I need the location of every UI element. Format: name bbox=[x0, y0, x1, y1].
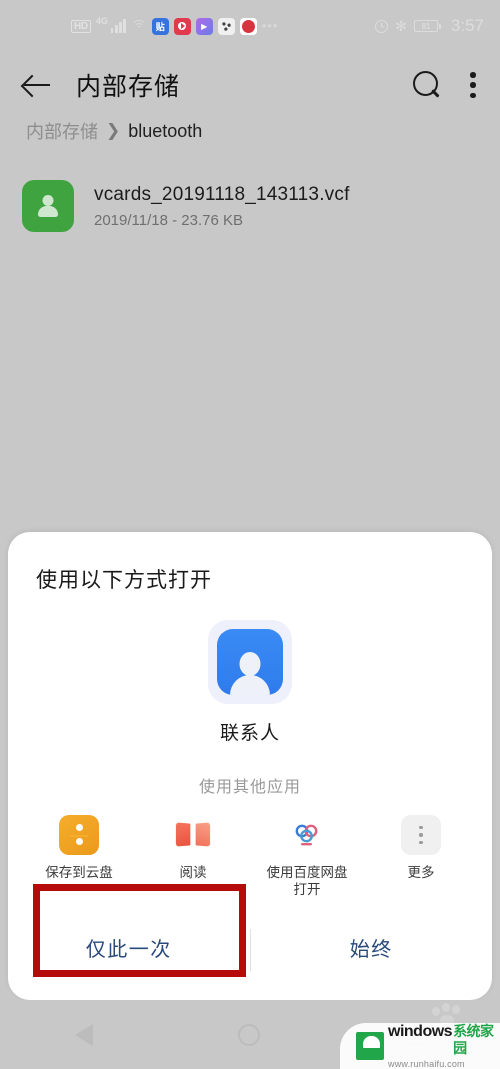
file-item-text: vcards_20191118_143113.vcf 2019/11/18 - … bbox=[94, 184, 350, 229]
watermark-brand-en: windows bbox=[388, 1023, 453, 1040]
cloud-save-icon bbox=[59, 815, 99, 855]
chevron-right-icon: ❯ bbox=[106, 121, 121, 140]
more-dots-icon: ••• bbox=[261, 18, 279, 33]
primary-app-label: 联系人 bbox=[219, 723, 280, 744]
sheet-title: 使用以下方式打开 bbox=[36, 569, 212, 592]
watermark-url: www.runhaifu.com bbox=[388, 1059, 465, 1069]
signal-bars-icon bbox=[110, 19, 126, 33]
search-icon[interactable] bbox=[412, 70, 442, 100]
other-apps-grid: 保存到云盘 阅读 使用百度网盘打开 更多 bbox=[8, 815, 492, 898]
contacts-app-icon bbox=[208, 620, 292, 704]
alarm-icon bbox=[375, 19, 389, 33]
game-app-icon bbox=[217, 17, 235, 35]
status-bar-clock: 3:57 bbox=[450, 16, 484, 35]
breadcrumb-root[interactable]: 内部存储 bbox=[26, 118, 98, 144]
app-label: 更多 bbox=[407, 865, 435, 880]
file-meta: 2019/11/18 - 23.76 KB bbox=[94, 211, 244, 229]
back-arrow-icon[interactable] bbox=[20, 68, 54, 102]
battery-cap bbox=[438, 23, 441, 29]
player-app-icon bbox=[195, 17, 213, 35]
status-bar-left-icons: HD 4G 贴 ••• bbox=[71, 16, 279, 35]
file-list: vcards_20191118_143113.vcf 2019/11/18 - … bbox=[0, 172, 500, 240]
always-button[interactable]: 始终 bbox=[251, 900, 493, 1000]
contact-file-icon bbox=[22, 180, 74, 232]
breadcrumb: 内部存储 ❯ bluetooth bbox=[26, 118, 202, 144]
app-label: 阅读 bbox=[179, 865, 207, 880]
tieba-app-icon: 贴 bbox=[151, 17, 169, 35]
breadcrumb-current[interactable]: bluetooth bbox=[128, 121, 202, 142]
app-cell-baidu-netdisk[interactable]: 使用百度网盘打开 bbox=[259, 815, 355, 898]
phone-screen: HD 4G 贴 ••• ✻ 81 3:57 内部存储 bbox=[0, 0, 500, 1069]
other-apps-title: 使用其他应用 bbox=[198, 779, 301, 796]
pdd-app-icon bbox=[239, 17, 257, 35]
baidu-netdisk-icon bbox=[287, 815, 327, 855]
status-bar-right-icons: ✻ 81 3:57 bbox=[375, 16, 484, 36]
open-with-bottom-sheet: 使用以下方式打开 联系人 使用其他应用 保存到云盘 阅读 使用百度网盘打开 更多… bbox=[8, 532, 492, 1000]
video-app-icon bbox=[173, 17, 191, 35]
status-bar: HD 4G 贴 ••• ✻ 81 3:57 bbox=[0, 0, 500, 52]
app-cell-cloud-save[interactable]: 保存到云盘 bbox=[31, 815, 127, 898]
watermark-brand-cn: 系统家园 bbox=[453, 1023, 494, 1056]
page-title: 内部存储 bbox=[76, 73, 181, 101]
file-name: vcards_20191118_143113.vcf bbox=[94, 183, 350, 205]
nav-back-icon[interactable] bbox=[73, 1023, 94, 1046]
app-label: 使用百度网盘打开 bbox=[266, 865, 348, 897]
nav-home-icon[interactable] bbox=[237, 1023, 260, 1046]
file-list-item[interactable]: vcards_20191118_143113.vcf 2019/11/18 - … bbox=[0, 172, 500, 240]
primary-app-contacts[interactable]: 联系人 bbox=[8, 620, 492, 745]
hd-badge-icon: HD bbox=[71, 19, 91, 33]
battery-level-label: 81 bbox=[413, 20, 438, 32]
bluetooth-icon: ✻ bbox=[395, 18, 407, 34]
app-cell-more[interactable]: 更多 bbox=[373, 815, 469, 898]
wifi-icon bbox=[130, 19, 147, 33]
app-cell-reader[interactable]: 阅读 bbox=[145, 815, 241, 898]
network-type-label: 4G bbox=[95, 16, 108, 26]
app-bar-actions bbox=[412, 70, 480, 100]
watermark-logo-icon bbox=[356, 1032, 384, 1060]
sheet-action-bar: 仅此一次 始终 bbox=[8, 900, 492, 1000]
battery-icon: 81 bbox=[413, 20, 441, 32]
just-once-button[interactable]: 仅此一次 bbox=[8, 900, 250, 1000]
overflow-menu-icon[interactable] bbox=[470, 72, 476, 98]
app-bar: 内部存储 bbox=[0, 52, 500, 118]
more-apps-icon bbox=[401, 815, 441, 855]
book-reader-icon bbox=[173, 815, 213, 855]
watermark-text: windows 系统家园 www.runhaifu.com bbox=[388, 1023, 500, 1069]
app-label: 保存到云盘 bbox=[45, 865, 113, 880]
site-watermark: windows 系统家园 www.runhaifu.com bbox=[340, 1023, 500, 1069]
